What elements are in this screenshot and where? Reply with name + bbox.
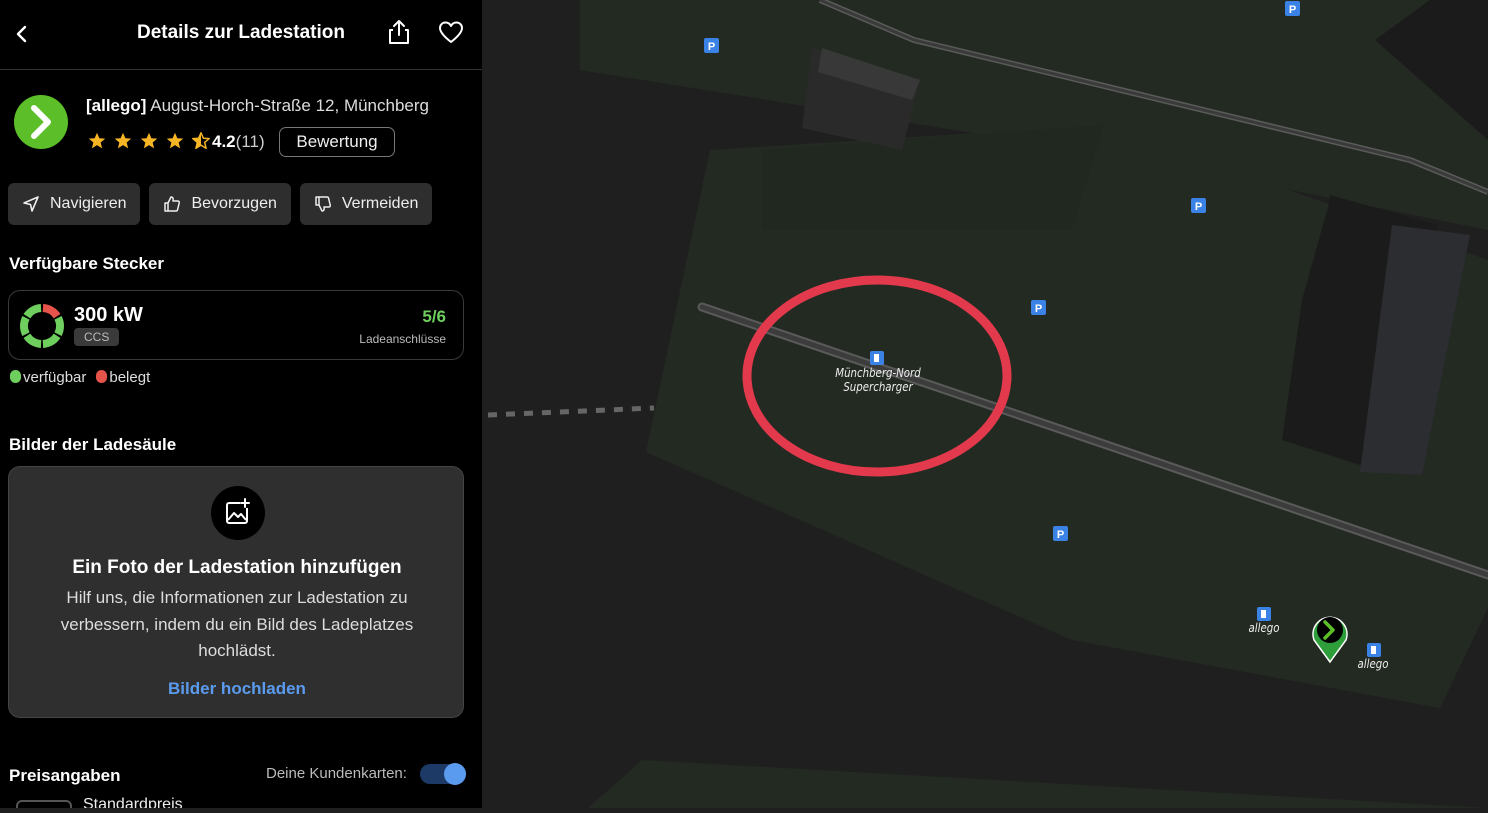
rate-button[interactable]: Bewertung xyxy=(279,127,395,157)
avoid-button[interactable]: Vermeiden xyxy=(299,183,433,225)
thumbs-down-icon xyxy=(315,196,331,212)
legend-available-label: verfügbar xyxy=(23,369,87,386)
svg-text:P: P xyxy=(1057,529,1064,541)
thumbs-up-icon xyxy=(164,196,181,212)
pricing-section-title: Preisangaben xyxy=(9,766,121,785)
avoid-label: Vermeiden xyxy=(341,195,419,212)
station-details-panel: Details zur Ladestation [allego] August-… xyxy=(0,0,482,808)
navigate-label: Navigieren xyxy=(50,195,127,212)
action-buttons: Navigieren Bevorzugen Vermeiden xyxy=(8,183,433,225)
customer-cards-label: Deine Kundenkarten: xyxy=(266,765,407,782)
fuel-station-icon xyxy=(1257,607,1271,621)
poi-label-line2: Supercharger xyxy=(843,380,913,394)
add-photo-description: Hilf uns, die Informationen zur Ladestat… xyxy=(60,588,414,660)
add-image-icon xyxy=(226,498,250,524)
navigation-arrow-icon xyxy=(23,196,39,212)
availability-donut xyxy=(20,304,64,348)
upload-photos-link[interactable]: Bilder hochladen xyxy=(9,679,465,699)
operator-logo xyxy=(14,95,68,149)
parking-icon: P xyxy=(1191,198,1206,213)
poi-label-line1: Münchberg-Nord xyxy=(835,366,921,380)
rating-summary: 4.2(11) xyxy=(212,132,265,152)
available-count: 5/6 xyxy=(422,307,446,326)
star-full-icon xyxy=(114,132,132,149)
station-address: August-Horch-Straße 12, Münchberg xyxy=(150,96,429,115)
map-poi-label: Münchberg-Nord Supercharger xyxy=(827,366,929,394)
available-dot xyxy=(10,370,21,383)
plug-type-badge: CCS xyxy=(74,328,120,346)
rating-value: 4.2 xyxy=(212,132,236,151)
price-icon xyxy=(16,800,72,808)
star-full-icon xyxy=(140,132,158,149)
parking-icon: P xyxy=(1285,1,1300,16)
donut-segment-available xyxy=(54,316,64,336)
map-allego-label: allego xyxy=(1357,657,1389,671)
star-full-icon xyxy=(88,132,106,149)
legend-available: verfügbar xyxy=(10,369,86,386)
customer-cards-toggle[interactable] xyxy=(420,763,466,785)
count-label: Ladeanschlüsse xyxy=(359,332,446,346)
standard-price-label: Standardpreis xyxy=(83,796,183,808)
plug-card[interactable]: 300 kW CCS 5/6 Ladeanschlüsse xyxy=(8,290,464,360)
donut-segment-available xyxy=(23,333,42,348)
donut-segment-occupied xyxy=(42,304,61,319)
add-photo-card: Ein Foto der Ladestation hinzufügen Hilf… xyxy=(8,466,464,718)
toggle-knob xyxy=(444,763,466,785)
star-full-icon xyxy=(166,132,184,149)
prefer-label: Bevorzugen xyxy=(191,195,277,212)
plugs-section-title: Verfügbare Stecker xyxy=(9,254,164,273)
donut-segment-available xyxy=(20,316,30,336)
add-photo-icon-wrap xyxy=(211,486,265,540)
star-half-icon xyxy=(192,132,210,150)
svg-text:P: P xyxy=(1035,303,1042,315)
prefer-button[interactable]: Bevorzugen xyxy=(149,183,291,225)
add-photo-heading: Ein Foto der Ladestation hinzufügen xyxy=(72,557,402,578)
parking-icon: P xyxy=(704,38,719,53)
svg-text:P: P xyxy=(708,41,715,53)
panel-header: Details zur Ladestation xyxy=(0,0,482,70)
star-rating xyxy=(86,130,212,152)
fuel-station-icon xyxy=(1367,643,1381,657)
plug-power: 300 kW xyxy=(74,304,143,326)
share-icon[interactable] xyxy=(386,18,412,46)
map-canvas: P P P P P xyxy=(482,0,1488,808)
rating-count: (11) xyxy=(235,132,265,151)
donut-segment-available xyxy=(42,333,61,348)
legend-occupied: belegt xyxy=(96,369,150,386)
station-name: [allego] August-Horch-Straße 12, Münchbe… xyxy=(86,96,429,116)
map-view[interactable]: P P P P P Münchberg-Nord Supercharger al… xyxy=(482,0,1488,808)
photos-section-title: Bilder der Ladesäule xyxy=(9,435,177,454)
svg-text:P: P xyxy=(1195,201,1202,213)
navigate-button[interactable]: Navigieren xyxy=(8,183,141,225)
map-allego-label: allego xyxy=(1248,621,1280,635)
availability-legend: verfügbar belegt xyxy=(10,369,150,386)
favorite-heart-icon[interactable] xyxy=(438,20,464,46)
occupied-dot xyxy=(96,370,108,383)
svg-text:P: P xyxy=(1289,4,1296,16)
donut-segment-available xyxy=(23,304,42,319)
parking-icon: P xyxy=(1031,300,1046,315)
parking-icon: P xyxy=(1053,526,1068,541)
chevron-right-icon xyxy=(31,105,51,139)
fuel-station-icon xyxy=(870,351,884,365)
operator-name: [allego] xyxy=(86,96,147,115)
legend-occupied-label: belegt xyxy=(109,369,151,386)
